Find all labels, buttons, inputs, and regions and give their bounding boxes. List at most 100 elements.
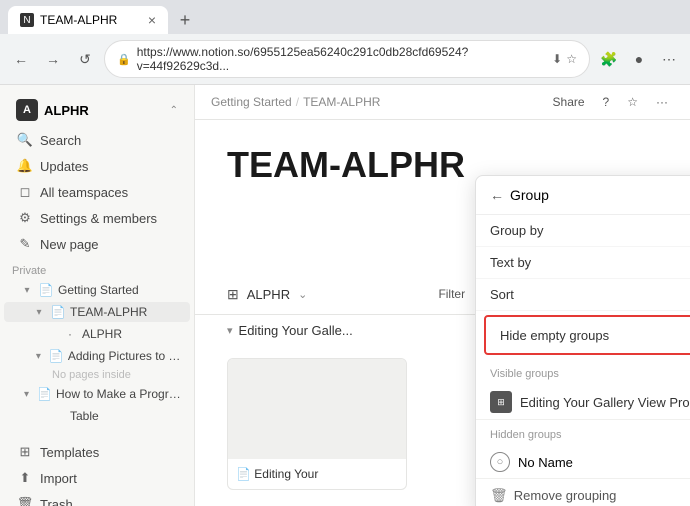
address-bar[interactable]: 🔒 https://www.notion.so/6955125ea56240c2… bbox=[104, 40, 590, 78]
main-content: Getting Started / TEAM-ALPHR Share ? ☆ ·… bbox=[195, 85, 690, 506]
db-chevron-icon: ⌄ bbox=[298, 288, 307, 301]
back-button[interactable]: ← bbox=[8, 46, 34, 72]
sidebar-item-trash-label: Trash bbox=[40, 497, 73, 506]
group-by-label: Group by bbox=[490, 223, 690, 238]
sidebar-item-updates[interactable]: 🔔 Updates bbox=[4, 154, 190, 178]
visible-groups-header: Visible groups Hide all bbox=[476, 359, 690, 385]
sidebar-item-templates[interactable]: ⊞ Templates bbox=[4, 440, 190, 464]
tree-label-team-alphr: TEAM-ALPHR bbox=[70, 305, 147, 319]
remove-grouping-label: Remove grouping bbox=[514, 488, 617, 503]
gallery-section-toggle[interactable]: ▾ bbox=[227, 324, 233, 337]
settings-icon: ⚙ bbox=[16, 210, 34, 226]
sidebar-item-search[interactable]: 🔍 Search bbox=[4, 128, 190, 152]
tree-toggle-how-to-make: ▾ bbox=[20, 389, 33, 400]
remove-grouping-icon: 🗑 bbox=[490, 487, 508, 504]
nav-bar: ← → ↺ 🔒 https://www.notion.so/6955125ea5… bbox=[0, 34, 690, 84]
address-star-icon[interactable]: ☆ bbox=[566, 52, 577, 66]
sidebar-item-newpage-label: New page bbox=[40, 237, 99, 252]
adding-pictures-page-icon: 📄 bbox=[49, 349, 64, 363]
sidebar-item-teamspaces-label: All teamspaces bbox=[40, 185, 128, 200]
breadcrumb-end: TEAM-ALPHR bbox=[303, 95, 380, 109]
filter-button[interactable]: Filter bbox=[432, 285, 471, 303]
lock-icon: 🔒 bbox=[117, 53, 131, 66]
topbar-more-icon[interactable]: ··· bbox=[650, 93, 674, 111]
breadcrumb-separator: / bbox=[296, 95, 299, 109]
address-icons: ⬇ ☆ bbox=[552, 52, 577, 66]
sidebar-item-settings[interactable]: ⚙ Settings & members bbox=[4, 206, 190, 230]
breadcrumb-start: Getting Started bbox=[211, 95, 292, 109]
sidebar-item-newpage[interactable]: ✎ New page bbox=[4, 232, 190, 256]
panel-row-group-by[interactable]: Group by Name › bbox=[476, 215, 690, 247]
panel-row-text-by[interactable]: Text by Exact › bbox=[476, 247, 690, 279]
how-to-make-page-icon: 📄 bbox=[37, 387, 52, 401]
tab-bar: N TEAM-ALPHR × + bbox=[0, 0, 690, 34]
tree-toggle-adding-pictures: ▾ bbox=[32, 351, 45, 362]
profile-button[interactable]: ● bbox=[626, 46, 652, 72]
newpage-icon: ✎ bbox=[16, 236, 34, 252]
hidden-groups-header: Hidden groups Show all bbox=[476, 419, 690, 446]
editing-gallery-row[interactable]: ⊞ Editing Your Gallery View Propert... 👁 bbox=[476, 385, 690, 419]
tab-favicon: N bbox=[20, 13, 34, 27]
topbar-star-icon[interactable]: ☆ bbox=[621, 93, 644, 111]
sidebar-item-templates-label: Templates bbox=[40, 445, 99, 460]
templates-icon: ⊞ bbox=[16, 444, 34, 460]
app: A ALPHR ⌃ 🔍 Search 🔔 Updates ◻ All teams… bbox=[0, 85, 690, 506]
refresh-button[interactable]: ↺ bbox=[72, 46, 98, 72]
sidebar-item-trash[interactable]: 🗑 Trash bbox=[4, 492, 190, 506]
topbar-help-icon[interactable]: ? bbox=[597, 93, 616, 111]
panel-header: ← Group × bbox=[476, 176, 690, 215]
hide-empty-label: Hide empty groups bbox=[500, 328, 690, 343]
text-by-label: Text by bbox=[490, 255, 690, 270]
panel-row-hide-empty[interactable]: Hide empty groups bbox=[486, 317, 690, 353]
tree-item-table[interactable]: Table bbox=[4, 406, 190, 426]
panel-back-button[interactable]: ← bbox=[490, 187, 504, 203]
gallery-card-header-1 bbox=[228, 359, 406, 459]
no-name-icon: ○ bbox=[490, 452, 510, 472]
db-view-icon: ⊞ bbox=[227, 286, 239, 303]
tree-item-team-alphr[interactable]: ▾ 📄 TEAM-ALPHR bbox=[4, 302, 190, 322]
workspace-icon: A bbox=[16, 99, 38, 121]
share-button[interactable]: Share bbox=[547, 93, 591, 111]
editing-gallery-icon: ⊞ bbox=[490, 391, 512, 413]
tree-label-adding-pictures: Adding Pictures to Yo... bbox=[68, 349, 182, 363]
teamspaces-icon: ◻ bbox=[16, 184, 34, 200]
tree-item-getting-started[interactable]: ▾ 📄 Getting Started bbox=[4, 280, 190, 300]
tree-item-adding-pictures[interactable]: ▾ 📄 Adding Pictures to Yo... bbox=[4, 346, 190, 366]
tree-label-alphr: ALPHR bbox=[82, 327, 122, 341]
hidden-groups-label: Hidden groups bbox=[490, 429, 690, 441]
no-name-row[interactable]: ○ No Name 👁 bbox=[476, 446, 690, 478]
tree-label-table: Table bbox=[70, 409, 99, 423]
workspace-header[interactable]: A ALPHR ⌃ bbox=[4, 93, 190, 127]
new-tab-button[interactable]: + bbox=[172, 7, 198, 33]
sidebar-item-teamspaces[interactable]: ◻ All teamspaces bbox=[4, 180, 190, 204]
tree-item-alphr[interactable]: · ALPHR bbox=[4, 324, 190, 344]
sidebar: A ALPHR ⌃ 🔍 Search 🔔 Updates ◻ All teams… bbox=[0, 85, 195, 506]
extensions-button[interactable]: 🧩 bbox=[596, 46, 622, 72]
tree-item-how-to-make[interactable]: ▾ 📄 How to Make a Progres... bbox=[4, 384, 190, 404]
no-pages-label: No pages inside bbox=[0, 367, 194, 383]
updates-icon: 🔔 bbox=[16, 158, 34, 174]
tab-close-btn[interactable]: × bbox=[148, 12, 156, 28]
tab-title: TEAM-ALPHR bbox=[40, 13, 117, 27]
team-alphr-page-icon: 📄 bbox=[50, 305, 66, 319]
sidebar-item-updates-label: Updates bbox=[40, 159, 88, 174]
sidebar-item-settings-label: Settings & members bbox=[40, 211, 157, 226]
download-icon[interactable]: ⬇ bbox=[552, 52, 562, 66]
sidebar-item-import[interactable]: ⬆ Import bbox=[4, 466, 190, 490]
search-icon: 🔍 bbox=[16, 132, 34, 148]
sidebar-item-search-label: Search bbox=[40, 133, 81, 148]
browser-more-button[interactable]: ⋯ bbox=[656, 46, 682, 72]
forward-button[interactable]: → bbox=[40, 46, 66, 72]
gallery-card-icon: 📄 bbox=[236, 467, 251, 481]
active-tab[interactable]: N TEAM-ALPHR × bbox=[8, 6, 168, 34]
visible-groups-label: Visible groups bbox=[490, 368, 690, 380]
gallery-card-title-1: 📄 Editing Your bbox=[236, 467, 398, 481]
panel-title: Group bbox=[510, 187, 690, 203]
topbar-actions: Share ? ☆ ··· bbox=[547, 93, 674, 111]
remove-grouping-row[interactable]: 🗑 Remove grouping bbox=[476, 478, 690, 506]
import-icon: ⬆ bbox=[16, 470, 34, 486]
gallery-card-1[interactable]: 📄 Editing Your bbox=[227, 358, 407, 490]
sort-label: Sort bbox=[490, 287, 690, 302]
tree-toggle-getting-started: ▾ bbox=[20, 285, 34, 296]
panel-row-sort[interactable]: Sort Alphabetical › bbox=[476, 279, 690, 311]
